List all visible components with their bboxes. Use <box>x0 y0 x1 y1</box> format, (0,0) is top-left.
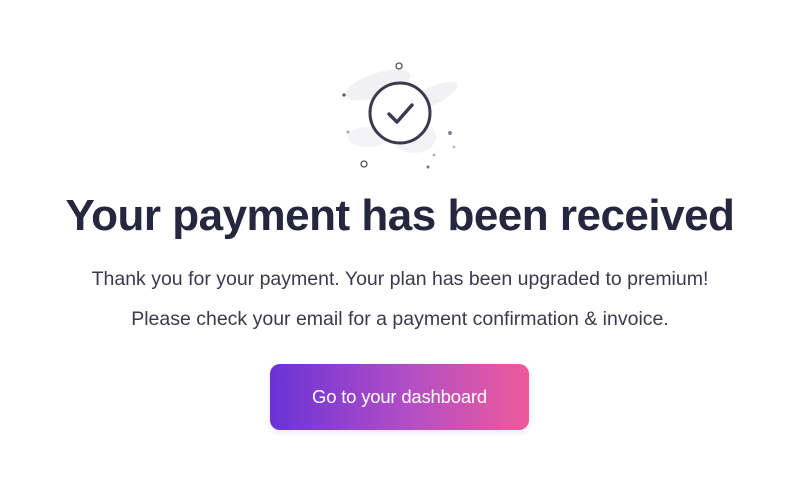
confirmation-message-line-2: Please check your email for a payment co… <box>131 308 669 330</box>
success-illustration <box>330 55 470 175</box>
check-circle-icon <box>342 62 458 169</box>
confirmation-message-line-1: Thank you for your payment. Your plan ha… <box>91 268 709 290</box>
go-to-dashboard-button[interactable]: Go to your dashboard <box>270 364 529 430</box>
page-title: Your payment has been received <box>65 191 735 240</box>
